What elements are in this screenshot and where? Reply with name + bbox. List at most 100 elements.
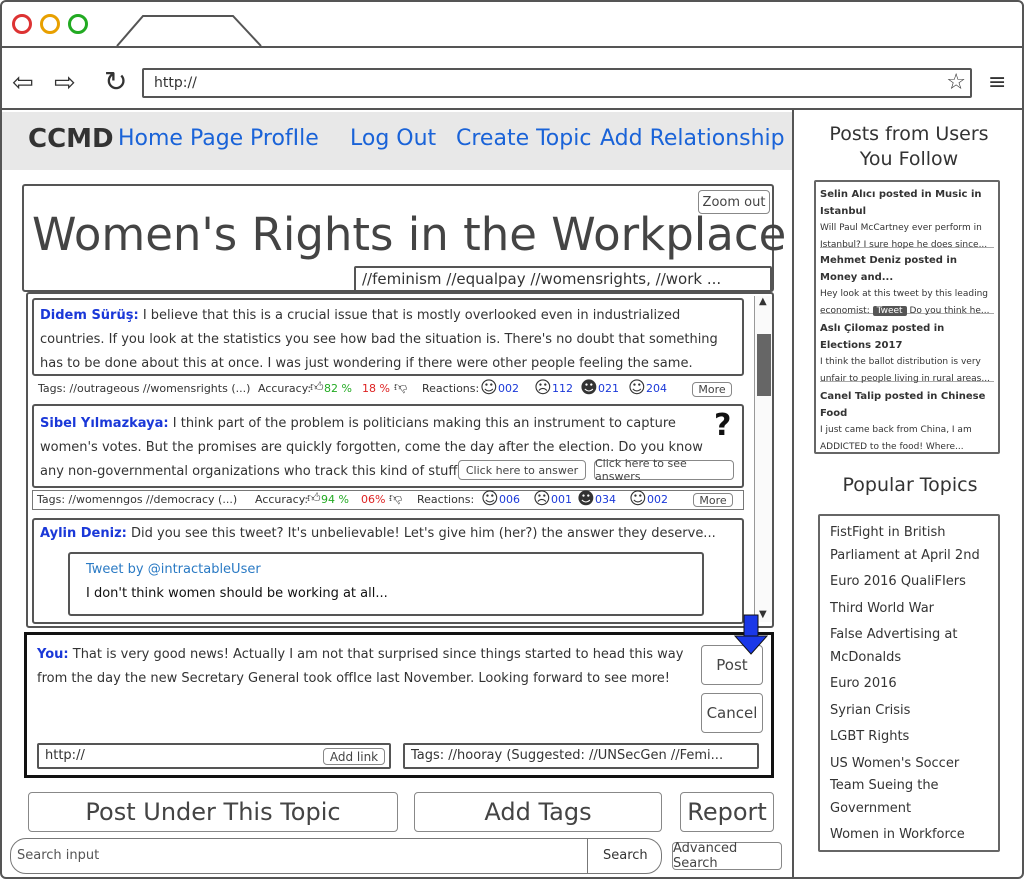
maximize-window-icon[interactable] <box>68 14 88 34</box>
compose-text[interactable]: You: That is very good news! Actually I … <box>37 643 689 691</box>
advanced-search-button[interactable]: Advanced Search <box>672 841 782 871</box>
popular-topic[interactable]: Syrian Crisis <box>830 700 996 723</box>
search-button[interactable]: Search <box>603 848 648 863</box>
scroll-thumb[interactable] <box>757 334 771 396</box>
brand-logo[interactable]: CCMD <box>28 124 114 154</box>
address-bar[interactable]: http:// ☆ <box>142 68 972 98</box>
more-button[interactable]: More <box>692 382 732 397</box>
cancel-button[interactable]: Cancel <box>701 693 763 733</box>
followed-post[interactable]: Mehmet Deniz posted in Money and... Hey … <box>820 252 994 316</box>
followed-post[interactable]: Aslı Çilomaz posted in Elections 2017 I … <box>820 320 994 384</box>
popular-topic[interactable]: False Advertising at McDonalds <box>830 624 996 669</box>
post-meta: Tags: //outrageous //womensrights (...) … <box>32 378 744 400</box>
post-card: Sibel Yılmazkaya: I think part of the pr… <box>32 404 744 488</box>
report-button[interactable]: Report <box>680 792 774 832</box>
followed-post-header: Canel Talip posted in Chinese Food <box>820 391 986 419</box>
accuracy-down: 06% <box>361 493 386 506</box>
see-answers-button[interactable]: Click here to see answers <box>594 457 734 483</box>
surprised-icon[interactable]: ☻ <box>577 489 595 509</box>
back-icon[interactable]: ⇦ <box>12 68 34 98</box>
post-under-topic-button[interactable]: Post Under This Topic <box>28 792 398 832</box>
answer-button[interactable]: Click here to answer <box>458 460 586 480</box>
accuracy-up: 94 % <box>321 493 349 506</box>
popular-topic[interactable]: Euro 2016 QualiFIers <box>830 571 996 594</box>
feed-scrollbar[interactable]: ▲ ▼ <box>754 296 772 622</box>
compose-body: That is very good news! Actually I am no… <box>37 647 684 686</box>
followed-post[interactable]: Selin Alıcı posted in Music in Istanbul … <box>820 186 994 250</box>
sidebar-divider <box>792 110 794 879</box>
smile-icon[interactable]: ☺ <box>480 378 498 398</box>
browser-tab[interactable] <box>115 14 263 48</box>
compose-box: You: That is very good news! Actually I … <box>24 632 774 778</box>
add-link-button[interactable]: Add link <box>323 748 385 765</box>
minimize-window-icon[interactable] <box>40 14 60 34</box>
followed-post-body: Hey look at this tweet by this leading e… <box>820 286 994 320</box>
accuracy-up: 82 % <box>324 382 352 395</box>
tweet-badge[interactable]: Tweet <box>872 306 907 316</box>
reaction-count: 002 <box>498 382 519 395</box>
frown-icon[interactable]: ☹ <box>534 378 552 398</box>
topic-tags[interactable]: //feminism //equalpay //womensrights, //… <box>354 266 772 292</box>
surprised-icon[interactable]: ☻ <box>580 378 598 398</box>
add-tags-button[interactable]: Add Tags <box>414 792 662 832</box>
nav-create-topic[interactable]: Create Topic <box>456 126 591 151</box>
bookmark-star-icon[interactable]: ☆ <box>946 70 966 96</box>
thumbs-down-icon[interactable]: 👎︎ <box>389 491 402 506</box>
smile-icon[interactable]: ☺ <box>481 489 499 509</box>
popular-topic[interactable]: LGBT Rights <box>830 726 996 749</box>
nav-home[interactable]: Home Page <box>118 126 243 151</box>
close-window-icon[interactable] <box>12 14 32 34</box>
thumbs-up-icon[interactable]: 👍︎ <box>307 491 321 506</box>
popular-topic[interactable]: US Women's Soccer Team Sueing the Govern… <box>830 753 996 821</box>
compose-tags-input[interactable]: Tags: //hooray (Suggested: //UNSecGen //… <box>403 743 759 769</box>
thumbs-up-icon[interactable]: 👍︎ <box>310 380 324 395</box>
frown-icon[interactable]: ☹ <box>533 489 551 509</box>
nav-profile[interactable]: ProfIle <box>250 126 319 151</box>
search-input[interactable]: Search input <box>17 848 99 863</box>
reaction-count: 204 <box>646 382 667 395</box>
reaction-count: 001 <box>551 493 572 506</box>
posts-feed: ▲ ▼ Didem Sürüş: I believe that this is … <box>26 292 774 628</box>
followed-post[interactable]: Canel Talip posted in Chinese Food I jus… <box>820 388 994 452</box>
top-nav: CCMD Home Page ProfIle Log Out Create To… <box>2 112 792 170</box>
popular-topics-items: FistFight in British Parliament at April… <box>830 522 996 847</box>
link-placeholder: http:// <box>45 748 85 763</box>
followed-post-header: Aslı Çilomaz posted in Elections 2017 <box>820 323 945 351</box>
post-text: Did you see this tweet? It's unbelievabl… <box>131 526 716 541</box>
nav-logout[interactable]: Log Out <box>350 126 436 151</box>
reload-icon[interactable]: ↻ <box>104 66 127 98</box>
popular-topic[interactable]: Women in Workforce <box>830 824 996 847</box>
post-tags[interactable]: Tags: //womenngos //democracy (...) <box>37 493 237 506</box>
question-icon: ? <box>714 408 732 443</box>
nerd-icon[interactable]: ☺ <box>628 378 646 398</box>
accuracy-label: Accuracy: <box>258 382 312 395</box>
menu-icon[interactable]: ≡ <box>988 70 1006 96</box>
more-button[interactable]: More <box>693 493 733 507</box>
forward-icon[interactable]: ⇨ <box>54 68 76 98</box>
followed-post-body: Will Paul McCartney ever perform in Ista… <box>820 223 988 250</box>
post-card: Aylin Deniz: Did you see this tweet? It'… <box>32 518 744 624</box>
followed-post-text: Do you think he... <box>909 306 990 316</box>
reaction-count: 002 <box>647 493 668 506</box>
popular-topic[interactable]: Euro 2016 <box>830 673 996 696</box>
nav-add-relationship[interactable]: Add Relationship <box>600 126 785 151</box>
nerd-icon[interactable]: ☺ <box>629 489 647 509</box>
topic-title: Women's Rights in the Workplace <box>32 208 787 261</box>
post-author[interactable]: Aylin Deniz: <box>40 526 127 541</box>
post-text: I believe that this is a crucial issue t… <box>40 308 718 371</box>
zoom-out-button[interactable]: Zoom out <box>698 190 770 214</box>
scroll-up-icon[interactable]: ▲ <box>759 296 767 307</box>
window-controls <box>12 14 92 36</box>
popular-topic[interactable]: Third World War <box>830 598 996 621</box>
reactions-label: Reactions: <box>422 382 480 395</box>
popular-topic[interactable]: FistFight in British Parliament at April… <box>830 522 996 567</box>
followed-post-body: I just came back from China, I am ADDICT… <box>820 425 972 452</box>
search-bar: Search input Search <box>10 838 662 874</box>
embedded-tweet[interactable]: Tweet by @intractableUser I don't think … <box>68 552 704 616</box>
post-tags[interactable]: Tags: //outrageous //womensrights (...) <box>38 382 250 395</box>
post-author[interactable]: Didem Sürüş: <box>40 308 139 323</box>
tweet-author[interactable]: Tweet by @intractableUser <box>86 562 261 577</box>
link-input[interactable]: http:// Add link <box>37 743 391 769</box>
post-author[interactable]: Sibel Yılmazkaya: <box>40 416 169 431</box>
thumbs-down-icon[interactable]: 👎︎ <box>394 380 407 395</box>
